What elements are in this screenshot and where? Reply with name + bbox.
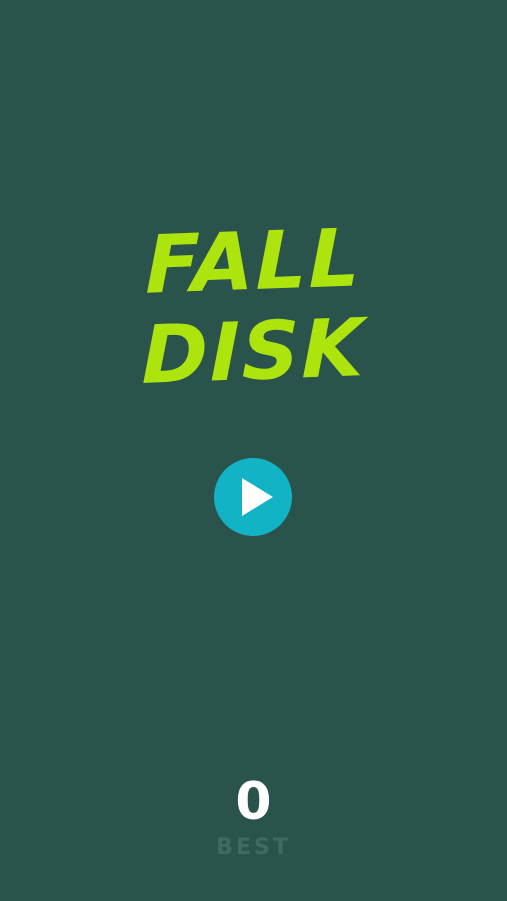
best-score-label: BEST <box>216 835 291 860</box>
play-button[interactable] <box>214 458 292 536</box>
game-title-line-2: DISK <box>141 301 366 402</box>
best-score-value: 0 <box>235 772 272 832</box>
game-menu-screen: FALL DISK 0 BEST <box>0 0 507 901</box>
play-icon <box>242 478 273 516</box>
